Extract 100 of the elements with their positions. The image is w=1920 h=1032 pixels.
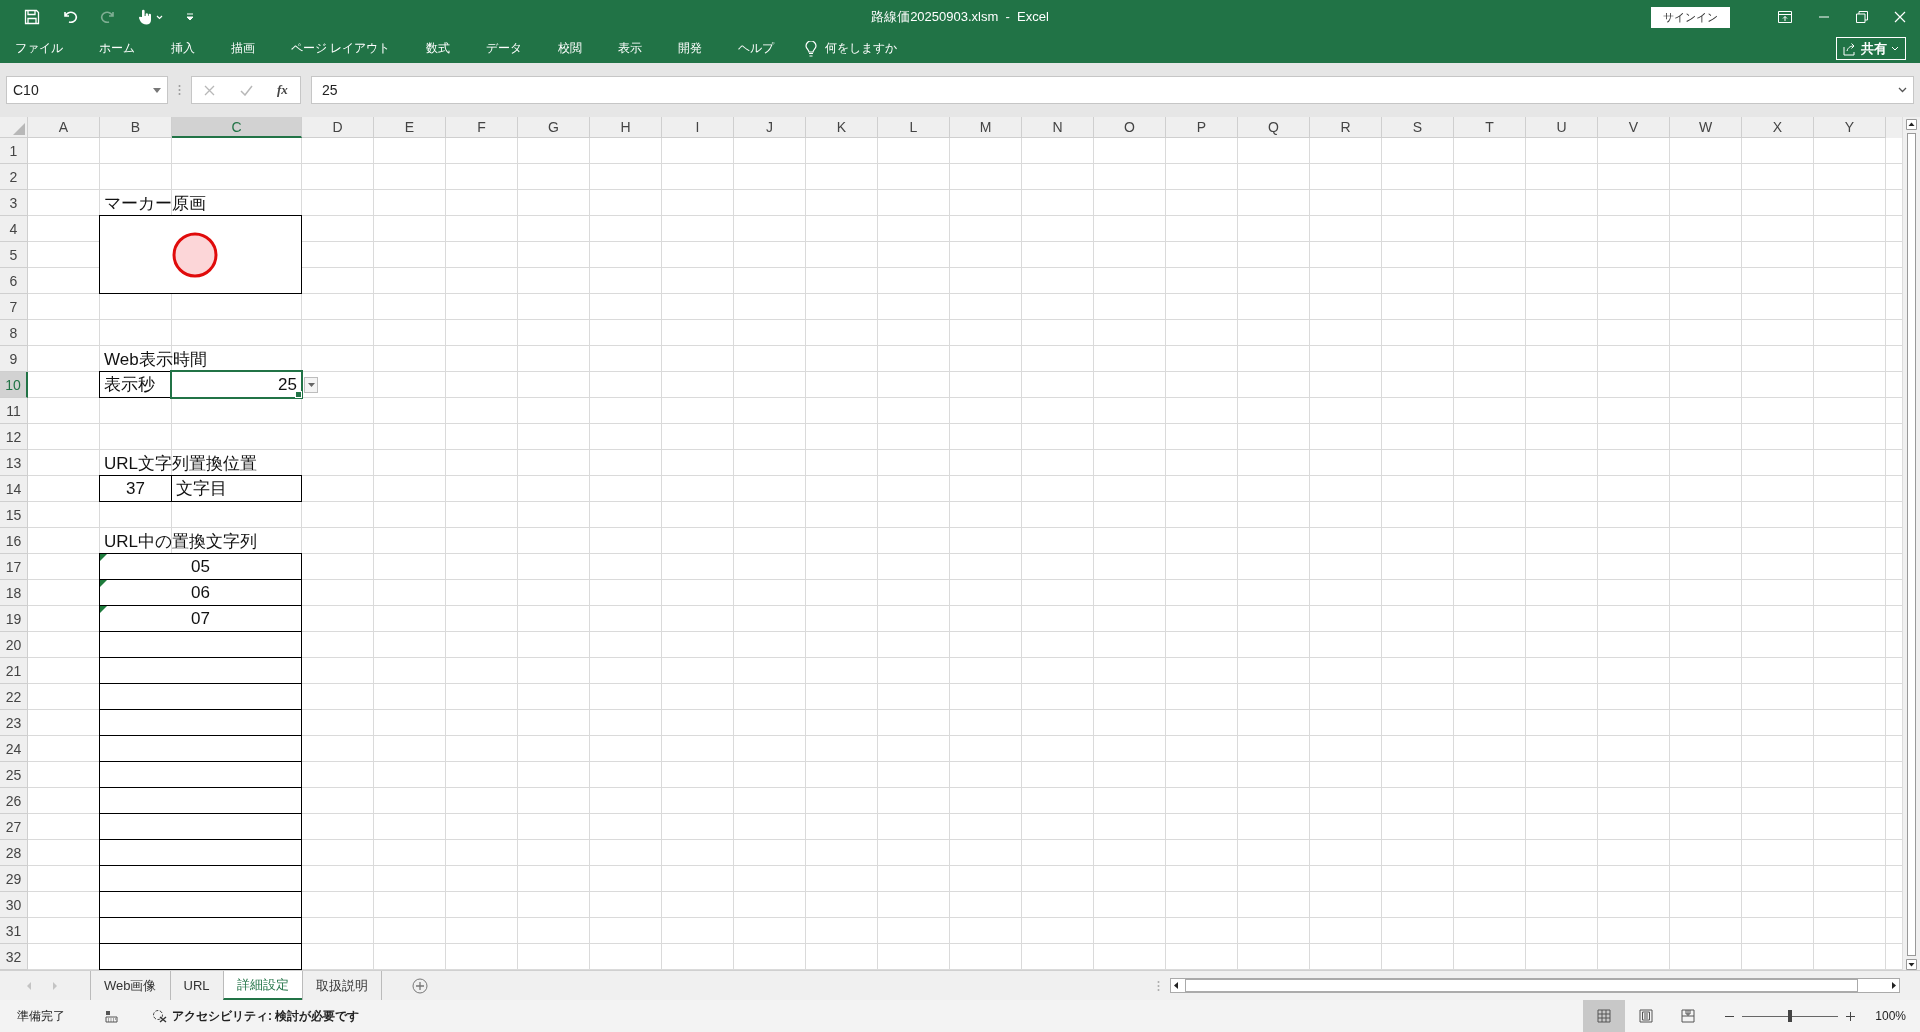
- sheet-cell[interactable]: 06: [99, 579, 302, 606]
- column-header[interactable]: B: [100, 117, 172, 138]
- slider-thumb[interactable]: [1788, 1010, 1793, 1022]
- row-header[interactable]: 2: [0, 164, 28, 190]
- customize-caret-icon[interactable]: [186, 12, 194, 22]
- row-header[interactable]: 30: [0, 892, 28, 918]
- ribbon-tab[interactable]: ファイル: [4, 37, 74, 60]
- sheet-tab[interactable]: 詳細設定: [222, 971, 302, 1000]
- row-header[interactable]: 25: [0, 762, 28, 788]
- view-button[interactable]: [1583, 1000, 1626, 1032]
- column-header[interactable]: K: [806, 117, 878, 138]
- formula-field[interactable]: 25: [311, 76, 1914, 104]
- scroll-down-icon[interactable]: [1906, 959, 1917, 970]
- ribbon-tab[interactable]: ヘルプ: [727, 37, 786, 60]
- tell-me-button[interactable]: 何をしますか: [799, 37, 904, 60]
- ribbon-tab[interactable]: 校閲: [547, 37, 594, 60]
- column-header[interactable]: Y: [1814, 117, 1886, 138]
- row-header[interactable]: 16: [0, 528, 28, 554]
- zoom-in-icon[interactable]: [1846, 1011, 1856, 1021]
- row-header[interactable]: 14: [0, 476, 28, 502]
- ribbon-tab[interactable]: 描画: [220, 37, 266, 60]
- row-header[interactable]: 5: [0, 242, 28, 268]
- column-header[interactable]: F: [446, 117, 518, 138]
- column-header[interactable]: V: [1598, 117, 1670, 138]
- row-header[interactable]: 27: [0, 814, 28, 840]
- row-header[interactable]: 7: [0, 294, 28, 320]
- row-header[interactable]: 26: [0, 788, 28, 814]
- ribbon-tab[interactable]: データ: [475, 37, 534, 60]
- sheet-cell[interactable]: [99, 215, 302, 294]
- row-header[interactable]: 8: [0, 320, 28, 346]
- row-header[interactable]: 11: [0, 398, 28, 424]
- scrollbar-thumb[interactable]: [1907, 133, 1916, 956]
- vertical-scrollbar[interactable]: [1902, 117, 1920, 970]
- sheet-cell[interactable]: [99, 943, 302, 970]
- sheet-cell[interactable]: URL文字列置換位置: [100, 450, 302, 476]
- sheet-cell[interactable]: Web表示時間: [100, 346, 302, 372]
- row-header[interactable]: 31: [0, 918, 28, 944]
- row-header[interactable]: 24: [0, 736, 28, 762]
- column-header[interactable]: N: [1022, 117, 1094, 138]
- row-header[interactable]: 17: [0, 554, 28, 580]
- row-header[interactable]: 28: [0, 840, 28, 866]
- ribbon-tab[interactable]: 開発: [667, 37, 714, 60]
- ribbon-tab[interactable]: ホーム: [88, 37, 146, 60]
- sheet-cell[interactable]: 表示秒: [99, 371, 172, 398]
- row-header[interactable]: 6: [0, 268, 28, 294]
- sheet-cell[interactable]: 05: [99, 553, 302, 580]
- row-header[interactable]: 22: [0, 684, 28, 710]
- column-header[interactable]: P: [1166, 117, 1238, 138]
- enter-check-icon[interactable]: [239, 84, 253, 96]
- restore-icon[interactable]: [1856, 11, 1868, 23]
- row-header[interactable]: 13: [0, 450, 28, 476]
- row-header[interactable]: 10: [0, 372, 28, 398]
- accessibility-status[interactable]: アクセシビリティ: 検討が必要です: [152, 1007, 360, 1025]
- row-header[interactable]: 18: [0, 580, 28, 606]
- ribbon-tab[interactable]: ページ レイアウト: [280, 37, 402, 60]
- sheet-cell[interactable]: 25: [170, 370, 303, 399]
- scrollbar-thumb[interactable]: [1185, 979, 1858, 992]
- column-header[interactable]: E: [374, 117, 446, 138]
- sheet-cell[interactable]: [99, 631, 302, 658]
- column-header[interactable]: M: [950, 117, 1022, 138]
- column-header[interactable]: D: [302, 117, 374, 138]
- row-header[interactable]: 3: [0, 190, 28, 216]
- column-header[interactable]: H: [590, 117, 662, 138]
- sheet-cell[interactable]: マーカー原画: [100, 190, 302, 216]
- share-button[interactable]: 共有: [1836, 37, 1906, 60]
- row-header[interactable]: 15: [0, 502, 28, 528]
- sheet-cell[interactable]: [99, 865, 302, 892]
- row-header[interactable]: 4: [0, 216, 28, 242]
- row-header[interactable]: 23: [0, 710, 28, 736]
- sheet-cell[interactable]: [99, 839, 302, 866]
- scroll-up-icon[interactable]: [1906, 119, 1917, 130]
- sheet-cell[interactable]: [99, 709, 302, 736]
- row-header[interactable]: 19: [0, 606, 28, 632]
- column-header[interactable]: C: [172, 117, 302, 138]
- macro-sheet-icon[interactable]: [105, 1009, 118, 1023]
- sheet-cell[interactable]: [99, 891, 302, 918]
- add-sheet-icon[interactable]: [411, 977, 428, 994]
- ribbon-tab[interactable]: 数式: [415, 37, 462, 60]
- zoom-level[interactable]: 100%: [1875, 1009, 1906, 1023]
- save-icon[interactable]: [24, 9, 40, 25]
- ribbon-display-icon[interactable]: [1778, 11, 1792, 23]
- row-header[interactable]: 20: [0, 632, 28, 658]
- close-icon[interactable]: [1894, 11, 1906, 23]
- undo-icon[interactable]: [62, 9, 78, 25]
- column-header[interactable]: J: [734, 117, 806, 138]
- row-header[interactable]: 21: [0, 658, 28, 684]
- ribbon-tab[interactable]: 挿入: [160, 37, 206, 60]
- column-header[interactable]: U: [1526, 117, 1598, 138]
- sheet-cell[interactable]: URL中の置換文字列: [100, 528, 302, 554]
- sheet-cell[interactable]: 07: [99, 605, 302, 632]
- sign-in-button[interactable]: サインイン: [1651, 6, 1730, 28]
- sheet-cell[interactable]: 文字目: [171, 475, 302, 502]
- column-header[interactable]: T: [1454, 117, 1526, 138]
- row-header[interactable]: 32: [0, 944, 28, 970]
- sheet-cell[interactable]: [99, 683, 302, 710]
- sheet-cell[interactable]: [99, 787, 302, 814]
- ribbon-tab[interactable]: 表示: [607, 37, 654, 60]
- column-header[interactable]: X: [1742, 117, 1814, 138]
- sheet-cell[interactable]: [99, 735, 302, 762]
- sheet-cell[interactable]: [99, 657, 302, 684]
